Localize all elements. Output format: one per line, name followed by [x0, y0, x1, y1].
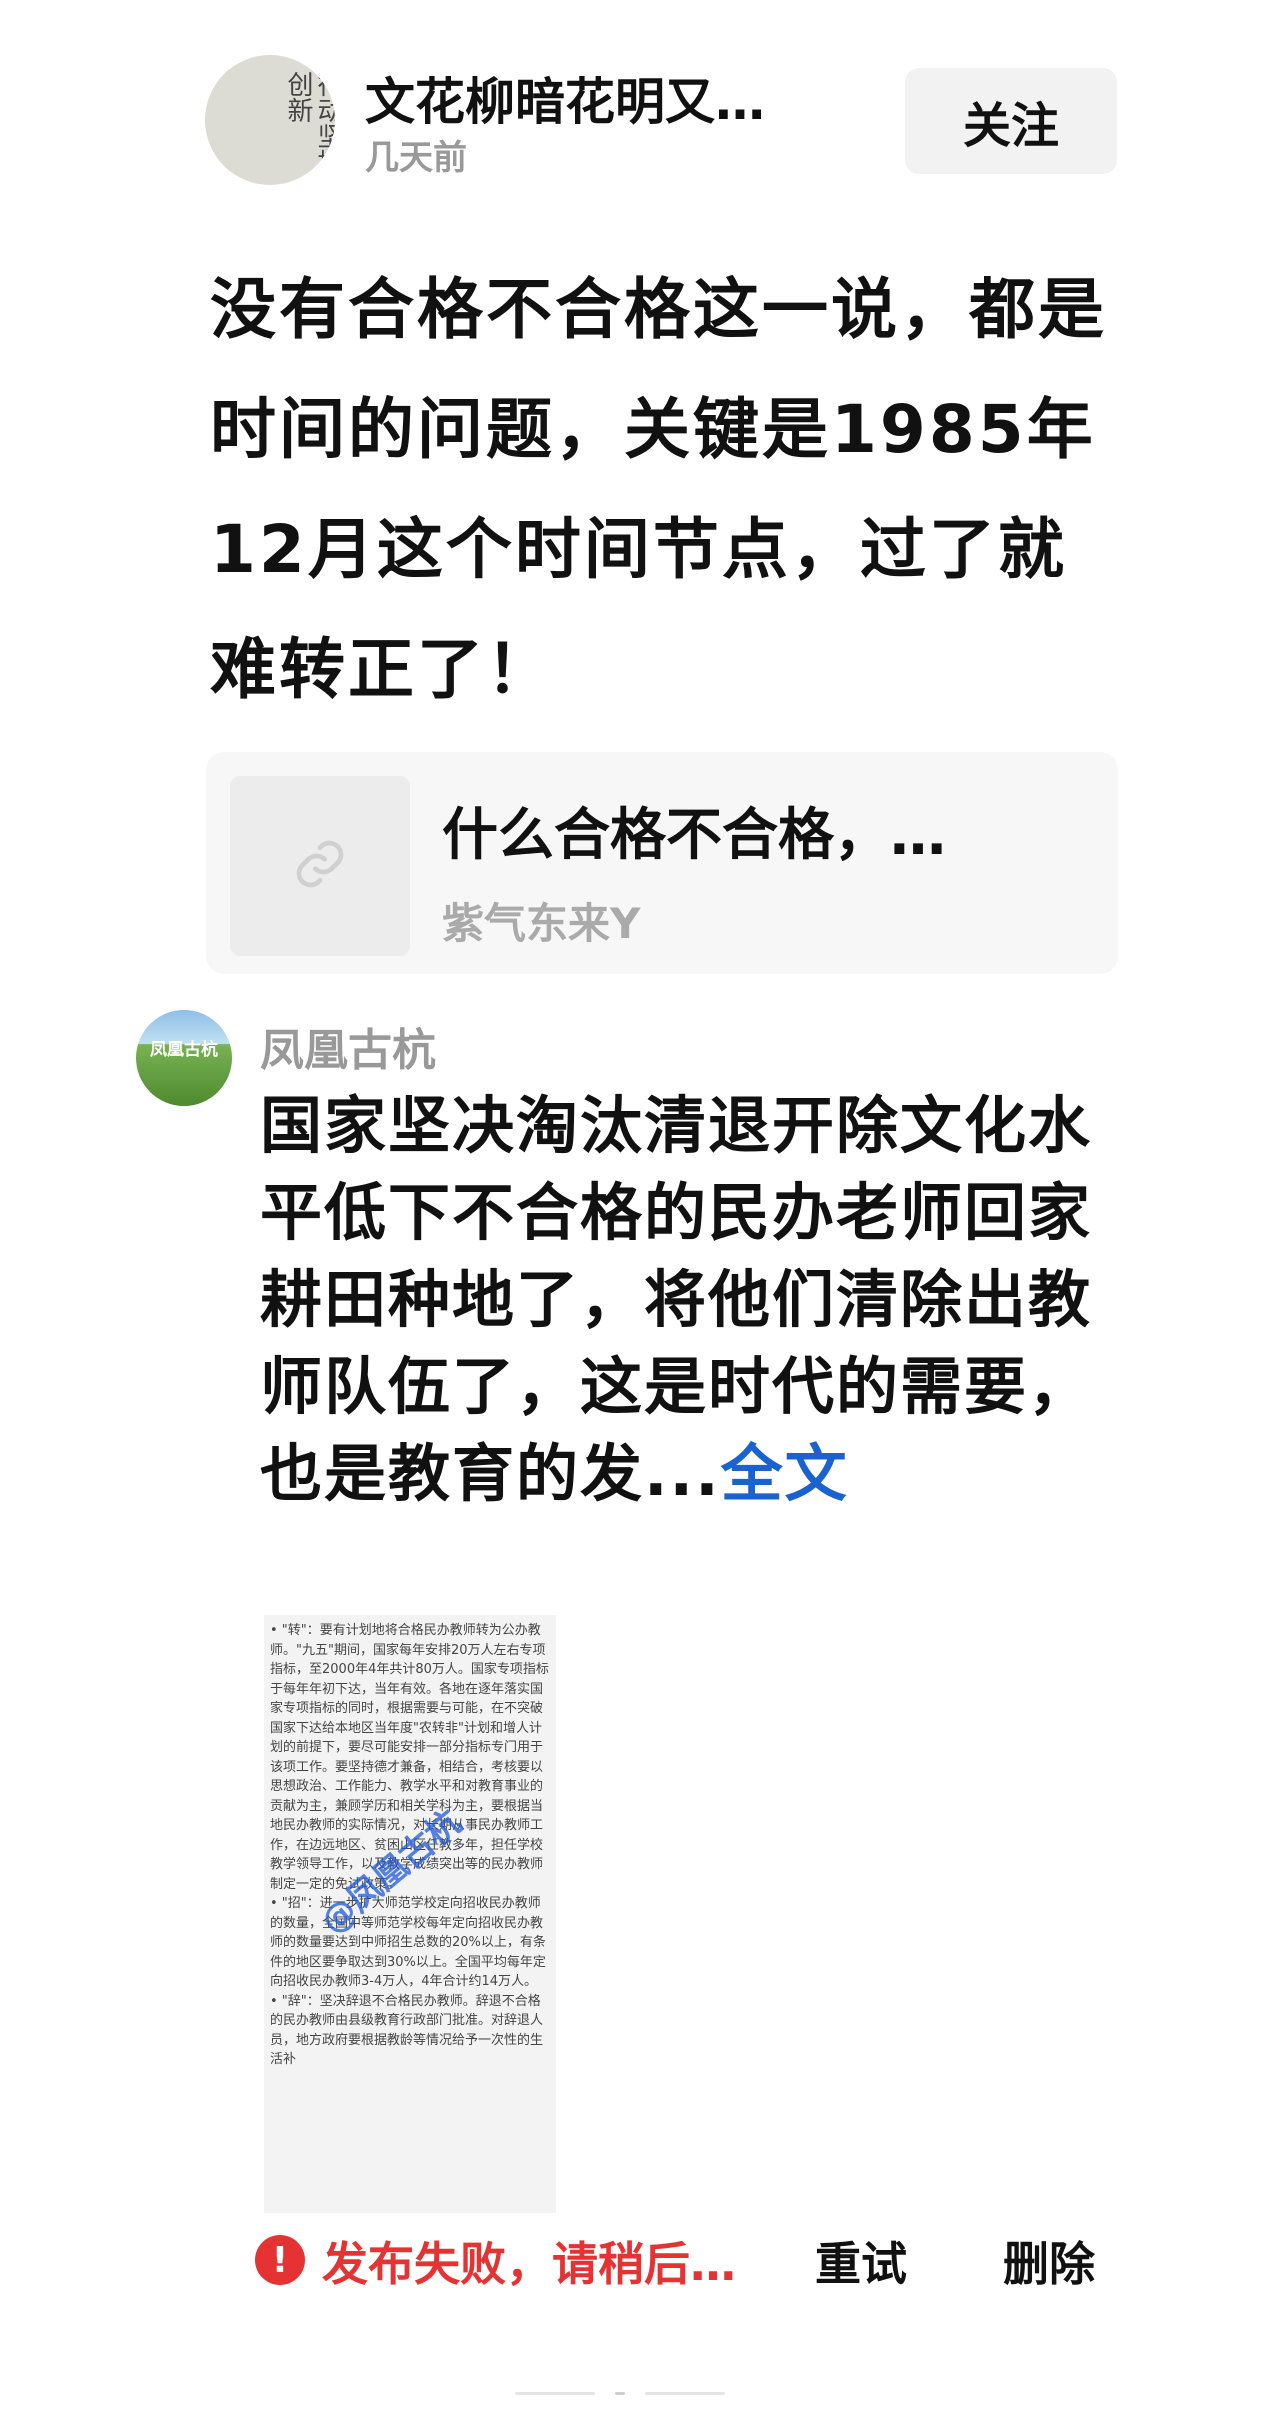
delete-button[interactable]: 删除: [1003, 2228, 1095, 2294]
quoted-post-title: 什么合格不合格，…: [442, 803, 946, 868]
commenter-name[interactable]: 凤凰古杭: [260, 1014, 436, 1078]
comment-image[interactable]: • "转"：要有计划地将合格民办教师转为公办教师。"九五"期间，国家每年安排20…: [264, 1615, 556, 2213]
indicator-segment: [515, 2392, 595, 2395]
commenter-avatar[interactable]: 凤凰古杭: [136, 1010, 232, 1106]
avatar-text: 凤凰古杭: [150, 1040, 218, 1060]
error-icon: !: [255, 2235, 305, 2285]
quoted-post-thumbnail: [230, 776, 410, 956]
comment-body: 国家坚决淘汰清退开除文化水平低下不合格的民办老师回家耕田种地了，将他们清除出教师…: [260, 1089, 1093, 1510]
expand-full-text-link[interactable]: 全文: [721, 1437, 849, 1510]
avatar-calligraphy: 行动坚持创新: [283, 71, 335, 175]
post-text: 没有合格不合格这一说，都是时间的问题，关键是1985年12月这个时间节点，过了就…: [210, 271, 1107, 708]
author-avatar[interactable]: 行动坚持创新: [205, 55, 335, 185]
follow-button[interactable]: 关注: [905, 68, 1117, 174]
retry-button[interactable]: 重试: [815, 2228, 907, 2294]
author-name[interactable]: 文花柳暗花明又…: [365, 62, 765, 134]
link-icon: [292, 836, 348, 896]
indicator-dot: [615, 2392, 625, 2395]
quoted-post-card[interactable]: 什么合格不合格，… 紫气东来Y: [206, 752, 1118, 974]
comment-text: 国家坚决淘汰清退开除文化水平低下不合格的民办老师回家耕田种地了，将他们清除出教师…: [260, 1082, 1120, 1517]
indicator-segment: [645, 2392, 725, 2395]
page-indicator: [515, 2392, 725, 2398]
post-time: 几天前: [365, 138, 467, 178]
publish-failed-message: 发布失败，请稍后…: [322, 2237, 736, 2291]
quoted-post-author: 紫气东来Y: [442, 899, 641, 948]
